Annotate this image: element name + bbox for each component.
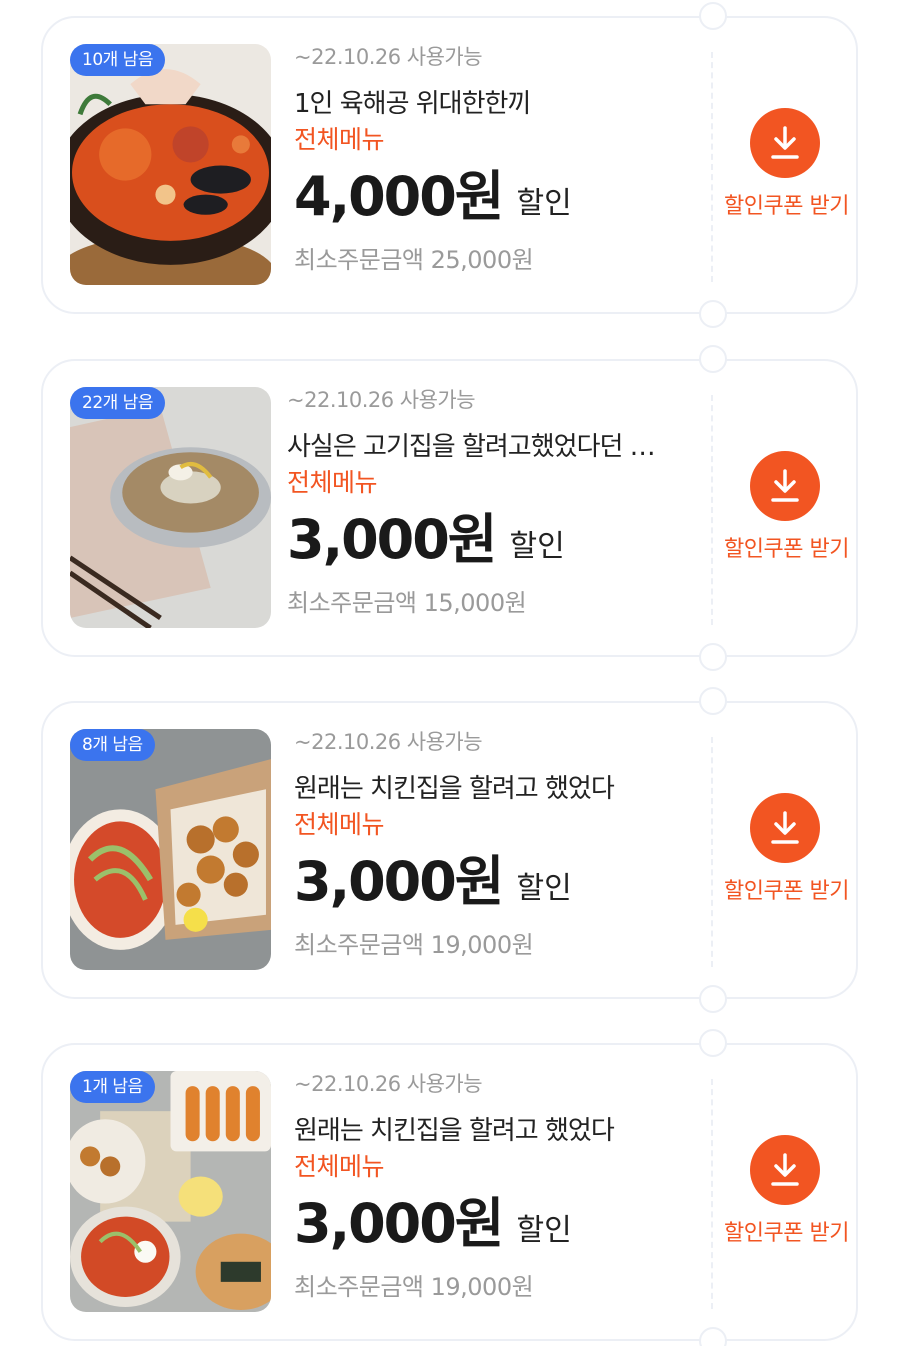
- food-thumbnail-naengmyeon[interactable]: [70, 387, 271, 628]
- download-coupon-label: 할인쿠폰 받기: [724, 879, 849, 904]
- validity-date: ~22.10.26 사용가능: [294, 1072, 483, 1096]
- min-order-amount: 최소주문금액 25,000원: [294, 246, 534, 274]
- coupon-scope: 전체메뉴: [294, 810, 385, 839]
- coupon-info: ~22.10.26 사용가능 1인 육해공 위대한한끼 전체메뉴 4,000원 …: [294, 42, 699, 278]
- stock-badge: 22개 남음: [70, 387, 165, 419]
- discount-suffix: 할인: [516, 1213, 572, 1248]
- download-icon: [771, 469, 799, 502]
- menu-name: 원래는 치킨집을 할려고 했었다: [294, 774, 615, 804]
- menu-name: 사실은 고기집을 할려고했었다던 …: [287, 432, 656, 462]
- discount-suffix: 할인: [516, 871, 572, 906]
- coupon-scope: 전체메뉴: [294, 125, 385, 154]
- download-coupon-button[interactable]: 할인쿠폰 받기: [713, 421, 860, 591]
- stock-badge: 10개 남음: [70, 44, 165, 76]
- download-coupon-label: 할인쿠폰 받기: [724, 1221, 849, 1246]
- food-thumbnail-chicken-set[interactable]: [70, 1071, 271, 1312]
- coupon-info: ~22.10.26 사용가능 사실은 고기집을 할려고했었다던 … 전체메뉴 3…: [287, 385, 692, 621]
- download-coupon-button[interactable]: 할인쿠폰 받기: [713, 763, 860, 933]
- download-coupon-label: 할인쿠폰 받기: [724, 537, 849, 562]
- coupon-card: 22개 남음 ~22.10.26 사용가능 사실은 고기집을 할려고했었다던 ……: [41, 345, 860, 671]
- download-icon: [771, 1153, 799, 1186]
- validity-date: ~22.10.26 사용가능: [287, 388, 476, 412]
- validity-date: ~22.10.26 사용가능: [294, 45, 483, 69]
- discount-suffix: 할인: [516, 186, 572, 221]
- food-thumbnail-chicken[interactable]: [70, 729, 271, 970]
- stock-badge: 8개 남음: [70, 729, 155, 761]
- menu-name: 1인 육해공 위대한한끼: [294, 89, 531, 119]
- menu-name: 원래는 치킨집을 할려고 했었다: [294, 1116, 615, 1146]
- download-coupon-label: 할인쿠폰 받기: [724, 194, 849, 219]
- min-order-amount: 최소주문금액 15,000원: [287, 589, 527, 617]
- coupon-card: 8개 남음 ~22.10.26 사용가능 원래는 치킨집을 할려고 했었다 전체…: [41, 687, 860, 1013]
- download-coupon-button[interactable]: 할인쿠폰 받기: [713, 78, 860, 248]
- min-order-amount: 최소주문금액 19,000원: [294, 931, 534, 959]
- download-icon: [771, 126, 799, 159]
- discount-amount: 3,000원: [294, 850, 504, 913]
- download-icon: [771, 811, 799, 844]
- coupon-card: 1개 남음 ~22.10.26 사용가능 원래는 치킨집을 할려고 했었다 전체…: [41, 1029, 860, 1346]
- coupon-scope: 전체메뉴: [287, 468, 378, 497]
- coupon-info: ~22.10.26 사용가능 원래는 치킨집을 할려고 했었다 전체메뉴 3,0…: [294, 727, 699, 963]
- validity-date: ~22.10.26 사용가능: [294, 730, 483, 754]
- coupon-scope: 전체메뉴: [294, 1152, 385, 1181]
- min-order-amount: 최소주문금액 19,000원: [294, 1273, 534, 1301]
- food-thumbnail-seafood[interactable]: [70, 44, 271, 285]
- coupon-card: 10개 남음 ~22.10.26 사용가능 1인 육해공 위대한한끼 전체메뉴 …: [41, 2, 860, 328]
- discount-amount: 4,000원: [294, 165, 504, 228]
- discount-amount: 3,000원: [294, 1192, 504, 1255]
- stock-badge: 1개 남음: [70, 1071, 155, 1103]
- download-coupon-button[interactable]: 할인쿠폰 받기: [713, 1105, 860, 1275]
- discount-amount: 3,000원: [287, 508, 497, 571]
- discount-suffix: 할인: [509, 529, 565, 564]
- coupon-info: ~22.10.26 사용가능 원래는 치킨집을 할려고 했었다 전체메뉴 3,0…: [294, 1069, 699, 1305]
